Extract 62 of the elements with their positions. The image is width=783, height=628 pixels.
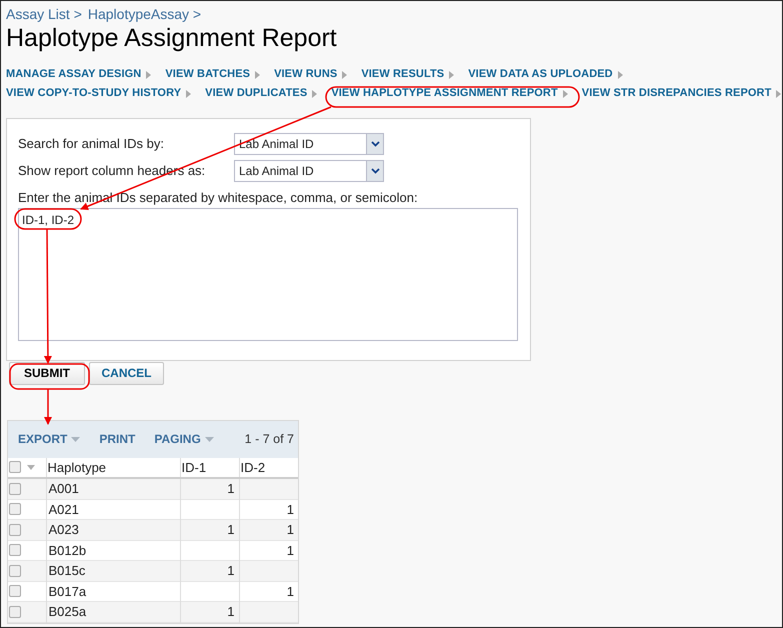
column-header[interactable]: ID-2 [239,458,298,478]
row-checkbox[interactable] [9,524,21,536]
page-title: Haplotype Assignment Report [6,23,338,53]
row-count: 1 - 7 of 7 [244,430,294,448]
nav-link[interactable]: VIEW BATCHES [165,66,260,83]
caret-icon [255,70,260,78]
caret-icon [204,436,214,442]
annotation-arrow [44,389,52,425]
table-cell: 1 [286,502,294,516]
toolbar-button[interactable]: EXPORT [18,430,80,448]
caret-icon [449,70,454,78]
caret-icon [27,464,35,470]
row-checkbox[interactable] [9,482,21,495]
table-cell: B017a [48,584,86,598]
table-cell: 1 [286,542,294,558]
toolbar-button[interactable]: PRINT [99,430,136,448]
caret-icon [186,90,192,98]
column-header[interactable]: ID-1 [180,458,239,478]
cancel-button[interactable]: CANCEL [89,362,164,384]
table-cell: A023 [48,522,79,537]
table-cell: B025a [48,604,86,619]
toolbar-button[interactable]: PAGING [154,430,214,448]
row-checkbox[interactable] [9,585,21,598]
table-cell: B015c [48,563,86,578]
caret-icon [562,90,568,98]
select-all-checkbox[interactable] [9,461,21,474]
caret-icon [342,70,348,78]
caret-icon [312,90,318,98]
table-cell: 1 [286,522,294,537]
row-checkbox[interactable] [9,503,21,516]
caret-icon [776,90,782,98]
nav-link[interactable]: VIEW RESULTS [361,66,454,83]
nav-link[interactable]: VIEW HAPLOTYPE ASSIGNMENT REPORT [331,85,568,102]
submit-button[interactable]: SUBMIT [9,362,85,384]
table-cell: 1 [286,584,294,598]
table-cell: A001 [48,481,79,496]
table-cell: 1 [227,563,234,578]
table-cell: B012b [48,542,86,558]
caret-icon [618,70,623,78]
nav-link[interactable]: VIEW DATA AS UPLOADED [468,66,623,83]
table-cell: 1 [227,481,234,496]
table-cell: 1 [227,604,234,619]
column-header[interactable]: Haplotype [46,458,180,478]
search-by-select[interactable]: Lab Animal ID [234,133,384,155]
highlight-ring [14,208,82,230]
table-cell: 1 [227,522,234,537]
animal-ids-textarea[interactable]: ID-1, ID-2 [18,208,518,340]
table-cell: A021 [48,502,79,516]
nav-link[interactable]: VIEW COPY-TO-STUDY HISTORY [6,85,192,102]
nav-link[interactable]: VIEW DUPLICATES [205,85,318,102]
caret-icon [71,436,80,442]
breadcrumb-link[interactable]: Assay List > [6,4,82,22]
column-header-select[interactable]: Lab Animal ID [234,160,384,182]
breadcrumb-link[interactable]: HaplotypeAssay > [88,4,202,22]
row-checkbox[interactable] [9,544,21,556]
caret-icon [146,70,152,78]
nav-link[interactable]: VIEW STR DISREPANCIES REPORT [582,85,782,102]
nav-link[interactable]: MANAGE ASSAY DESIGN [6,66,152,83]
nav-link[interactable]: VIEW RUNS [274,66,348,83]
row-checkbox[interactable] [9,564,21,577]
field-label: Search for animal IDs by: [18,135,165,154]
row-checkbox[interactable] [9,606,21,618]
